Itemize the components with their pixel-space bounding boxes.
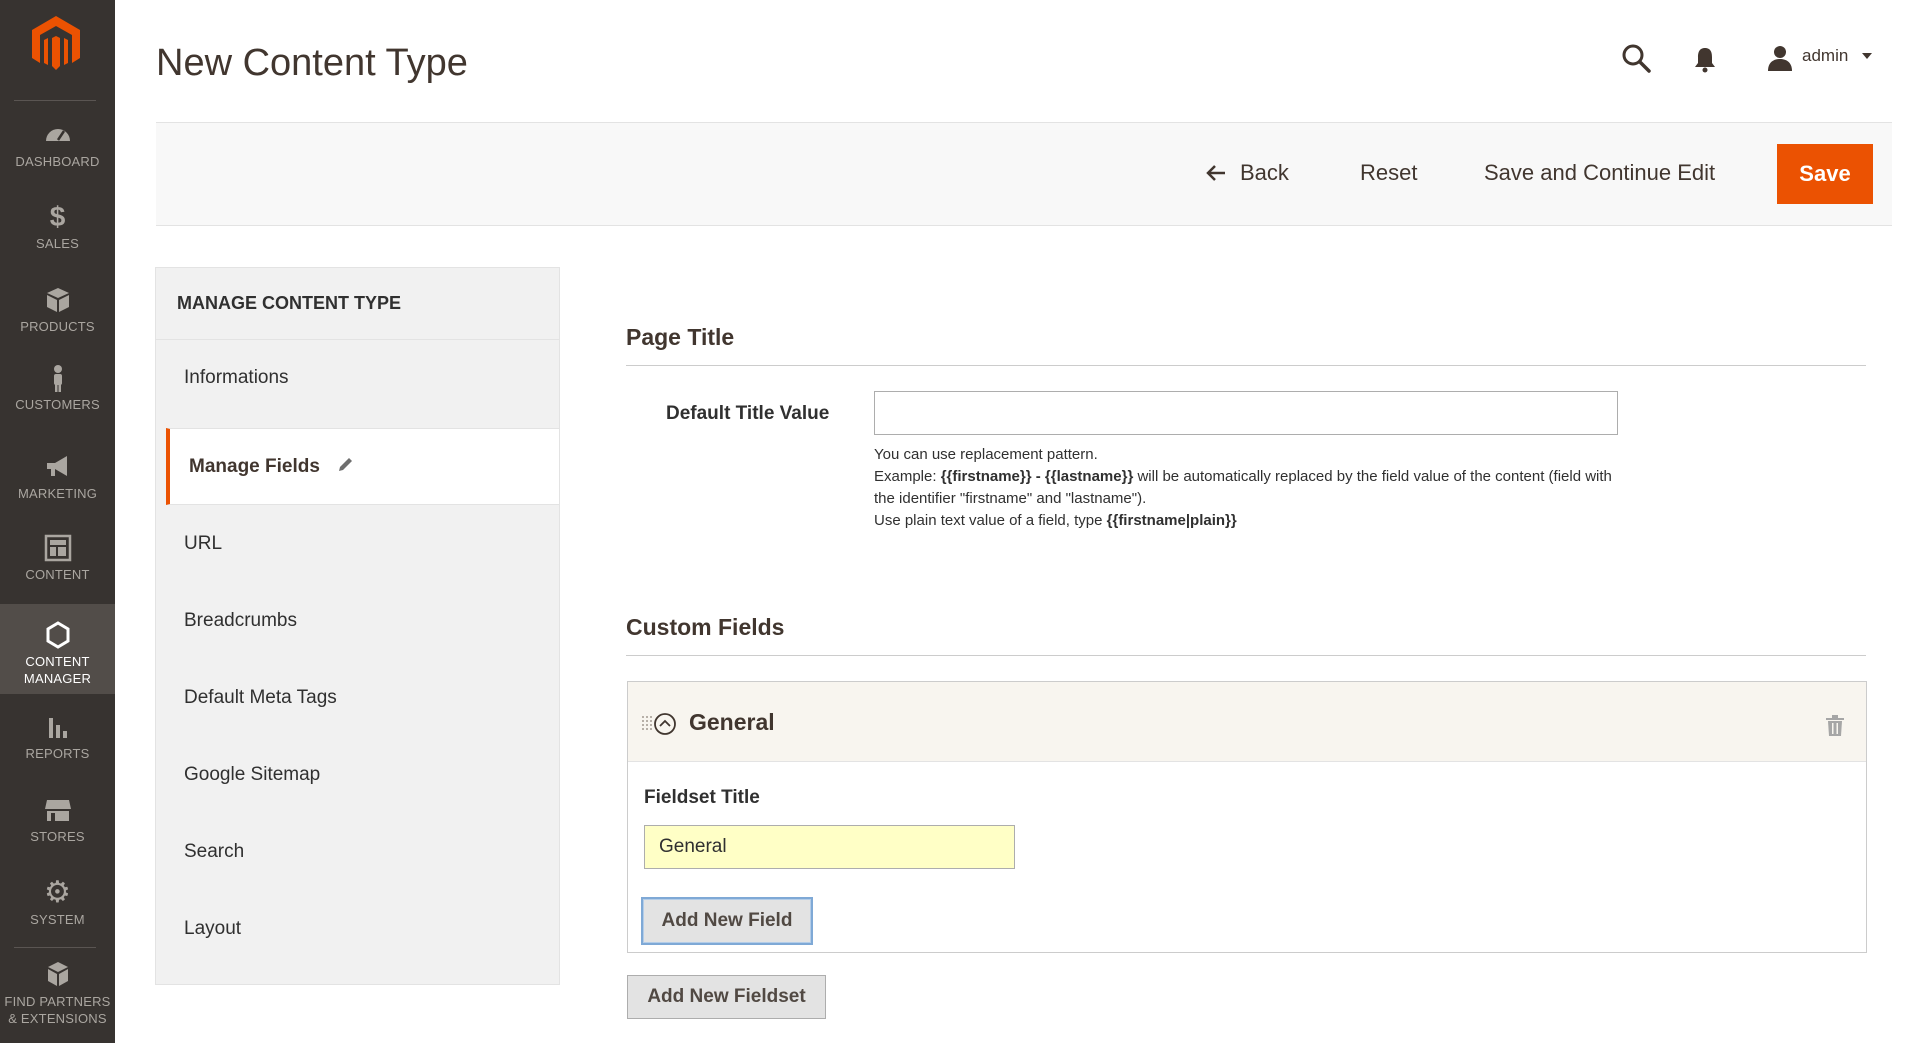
cube-icon — [46, 288, 69, 312]
sidebar-item-content[interactable]: CONTENT — [0, 533, 115, 593]
add-new-field-button[interactable]: Add New Field — [641, 897, 813, 945]
note-pattern: {{firstname}} - {{lastname}} — [940, 468, 1134, 485]
sidebar-item-customers[interactable]: CUSTOMERS — [0, 363, 115, 423]
bell-icon[interactable] — [1692, 45, 1718, 73]
custom-fields-section-heading: Custom Fields — [626, 614, 785, 640]
layout-icon — [44, 534, 71, 562]
boxes-icon — [47, 962, 68, 986]
sidebar-item-label: MARKETING — [17, 486, 98, 501]
fieldset-title-label: Fieldset Title — [644, 787, 760, 808]
arrow-left-icon[interactable] — [1205, 164, 1227, 182]
user-icon[interactable] — [1766, 44, 1794, 72]
sidebar-item-marketing[interactable]: MARKETING — [0, 452, 115, 512]
fieldset-title-input[interactable] — [644, 825, 1015, 869]
user-menu-label[interactable]: admin — [1802, 46, 1848, 66]
reset-button[interactable]: Reset — [1360, 160, 1417, 186]
tab-label: Default Meta Tags — [184, 687, 337, 708]
sidebar-item-label: REPORTS — [25, 746, 90, 761]
collapse-icon[interactable] — [653, 712, 677, 736]
sidebar-item-label: SYSTEM — [30, 912, 85, 927]
back-button[interactable]: Back — [1240, 160, 1289, 186]
tab-layout[interactable]: Layout — [156, 891, 559, 968]
default-title-label: Default Title Value — [666, 403, 830, 424]
sidebar-item-label: CONTENT — [25, 567, 90, 582]
sidebar-separator — [14, 100, 96, 101]
sidebar-item-system[interactable]: ⚙ SYSTEM — [0, 878, 115, 938]
page-title: New Content Type — [156, 42, 468, 84]
save-continue-button[interactable]: Save and Continue Edit — [1484, 160, 1715, 186]
magento-logo-icon[interactable] — [28, 14, 84, 74]
tab-label: Layout — [184, 918, 242, 939]
note-text: Example: — [874, 468, 941, 485]
pencil-icon — [339, 458, 352, 471]
note-line-3: Use plain text value of a field, type {{… — [874, 510, 1634, 532]
tab-label: Search — [184, 841, 245, 862]
megaphone-icon — [46, 456, 67, 476]
tabs-heading-label: MANAGE CONTENT TYPE — [177, 293, 402, 313]
sidebar-item-find-partners[interactable]: FIND PARTNERS & EXTENSIONS — [0, 960, 115, 1040]
sidebar-item-stores[interactable]: STORES — [0, 795, 115, 855]
sidebar-item-label: DASHBOARD — [15, 154, 100, 169]
add-new-fieldset-button[interactable]: Add New Fieldset — [627, 975, 826, 1019]
tab-label: Informations — [184, 367, 289, 388]
sidebar-item-sales[interactable]: $ SALES — [0, 202, 115, 262]
sidebar-item-dashboard[interactable]: DASHBOARD — [0, 120, 115, 180]
note-text: Use plain text value of a field, type — [874, 512, 1107, 529]
sidebar-item-label: SALES — [36, 236, 79, 251]
trash-icon[interactable] — [1825, 715, 1845, 737]
person-icon — [53, 365, 62, 392]
content-type-tabs: MANAGE CONTENT TYPE Informations Manage … — [155, 267, 560, 985]
fieldset-header[interactable]: General — [628, 682, 1866, 762]
note-line-1: You can use replacement pattern. — [874, 446, 1098, 463]
tabs-heading: MANAGE CONTENT TYPE — [156, 268, 559, 340]
sidebar-separator — [14, 947, 96, 948]
dollar-icon: $ — [49, 201, 66, 232]
page-title-section-heading: Page Title — [626, 324, 735, 350]
note-pattern: {{firstname|plain}} — [1106, 512, 1237, 529]
tab-label: Manage Fields — [189, 456, 320, 477]
default-title-input[interactable] — [874, 391, 1618, 435]
admin-sidebar: DASHBOARD $ SALES PRODUCTS CUSTOMERS MAR… — [0, 0, 115, 1043]
tab-search[interactable]: Search — [156, 814, 559, 891]
sidebar-item-label: CUSTOMERS — [15, 397, 100, 412]
sidebar-item-label: PRODUCTS — [20, 319, 95, 334]
sidebar-item-products[interactable]: PRODUCTS — [0, 285, 115, 345]
tab-default-meta-tags[interactable]: Default Meta Tags — [156, 660, 559, 737]
sidebar-item-label: FIND PARTNERS & EXTENSIONS — [4, 994, 111, 1026]
storefront-icon — [44, 800, 71, 821]
sidebar-item-content-manager[interactable]: CONTENT MANAGER — [0, 604, 115, 694]
section-divider — [626, 365, 1866, 366]
tab-manage-fields[interactable]: Manage Fields — [166, 428, 559, 505]
hexagon-icon — [46, 621, 69, 649]
tab-breadcrumbs[interactable]: Breadcrumbs — [156, 583, 559, 660]
save-button[interactable]: Save — [1777, 144, 1873, 204]
bar-chart-icon — [48, 718, 67, 738]
drag-handle-icon[interactable] — [642, 716, 652, 732]
dashboard-gauge-icon — [45, 129, 70, 141]
gear-icon: ⚙ — [44, 876, 71, 909]
tab-google-sitemap[interactable]: Google Sitemap — [156, 737, 559, 814]
fieldset-general: General Fieldset Title Add New Field — [627, 681, 1867, 953]
replacement-pattern-note: You can use replacement pattern. Example… — [874, 444, 1634, 532]
note-line-2: Example: {{firstname}} - {{lastname}} wi… — [874, 466, 1634, 510]
tab-label: Google Sitemap — [184, 764, 321, 785]
tab-informations[interactable]: Informations — [156, 340, 559, 417]
tab-label: Breadcrumbs — [184, 610, 297, 631]
chevron-down-icon[interactable] — [1862, 53, 1872, 59]
tab-label: URL — [184, 533, 223, 554]
search-icon[interactable] — [1620, 42, 1652, 74]
fieldset-name: General — [689, 709, 775, 735]
sidebar-item-label: CONTENT MANAGER — [23, 654, 92, 686]
section-divider — [626, 655, 1866, 656]
sidebar-item-reports[interactable]: REPORTS — [0, 712, 115, 772]
tab-url[interactable]: URL — [156, 506, 559, 583]
sidebar-item-label: STORES — [30, 829, 85, 844]
